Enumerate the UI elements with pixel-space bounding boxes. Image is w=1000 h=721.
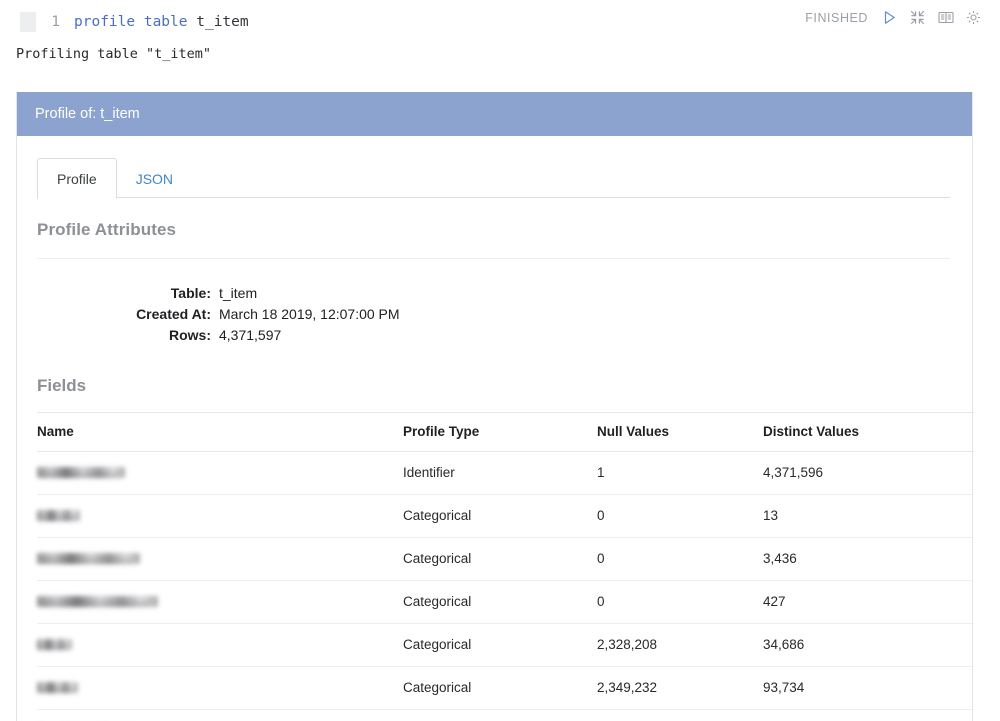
field-distinct-values-cell: 13: [763, 494, 974, 538]
fields-title: Fields: [37, 376, 87, 395]
field-name-cell: [37, 666, 403, 710]
stdout-output: Profiling table "t_item": [16, 46, 212, 62]
profile-page: 1 profile table t_item FINISHED Profilin…: [0, 0, 1000, 721]
redacted-field-name: [37, 595, 158, 607]
table-row: Categorical 0 427: [37, 580, 974, 624]
field-null-values-cell: 2,328,208: [597, 623, 763, 667]
tab-json[interactable]: JSON: [117, 159, 192, 198]
gear-icon[interactable]: [965, 9, 982, 26]
redacted-field-name: [37, 552, 140, 564]
field-null-values-cell: 0: [597, 494, 763, 538]
table-row: Categorical 2,328,208 34,686: [37, 623, 974, 667]
column-header-distinct-values: Distinct Values: [763, 412, 974, 452]
field-null-values-cell: 4,363,190: [597, 709, 763, 721]
field-distinct-values-cell: 93,734: [763, 666, 974, 710]
code-space-1: [135, 12, 144, 32]
profile-attributes-list: Table: t_item Created At: March 18 2019,…: [17, 259, 972, 346]
attribute-label-table: Table:: [170, 285, 211, 301]
collapse-icon[interactable]: [909, 9, 926, 26]
field-distinct-values-cell: 3,436: [763, 537, 974, 581]
play-icon[interactable]: [881, 9, 898, 26]
attribute-value-table: t_item: [219, 285, 258, 301]
field-name-cell: [37, 709, 403, 721]
tab-profile[interactable]: Profile: [37, 158, 117, 199]
cell-toolbar: FINISHED: [805, 9, 982, 26]
notebook-cell-toolbar: 1 profile table t_item FINISHED: [0, 0, 1000, 38]
editor-gutter: [20, 12, 36, 32]
field-profile-type-cell: Categorical: [403, 623, 597, 667]
code-editor-line[interactable]: 1 profile table t_item: [20, 12, 249, 32]
field-null-values-cell: 1: [597, 451, 763, 495]
fields-table-body: Identifier 1 4,371,596 Categorical 0 13 Catego…: [37, 451, 974, 721]
field-name-cell: [37, 494, 403, 538]
code-identifier: t_item: [196, 14, 249, 30]
redacted-field-name: [37, 466, 125, 478]
field-profile-type-cell: Identifier: [403, 451, 597, 495]
profile-card-header: Profile of: t_item: [17, 92, 972, 136]
table-row: Categorical 0 3,436: [37, 537, 974, 581]
table-row: Text4,363,1906,466: [37, 709, 974, 721]
table-row: Categorical 0 13: [37, 494, 974, 538]
field-profile-type-cell: Categorical: [403, 537, 597, 581]
field-profile-type-cell: Text: [403, 709, 597, 721]
field-null-values-cell: 2,349,232: [597, 666, 763, 710]
status-badge: FINISHED: [805, 10, 868, 25]
profile-card: Profile of: t_item Profile JSON Profile …: [16, 92, 974, 721]
redacted-field-name: [37, 509, 80, 521]
attribute-label-rows: Rows:: [169, 327, 211, 343]
field-profile-type-cell: Categorical: [403, 494, 597, 538]
fields-table: Name Profile Type Null Values Distinct V…: [37, 412, 974, 721]
field-distinct-values-cell: 34,686: [763, 623, 974, 667]
field-name-cell: [37, 537, 403, 581]
column-header-name: Name: [37, 412, 403, 452]
field-distinct-values-cell: 6,466: [763, 709, 974, 721]
book-icon[interactable]: [937, 9, 954, 26]
table-row: Categorical 2,349,232 93,734: [37, 666, 974, 710]
field-profile-type-cell: Categorical: [403, 666, 597, 710]
column-header-profile-type: Profile Type: [403, 412, 597, 452]
field-null-values-cell: 0: [597, 537, 763, 581]
field-name-cell: [37, 451, 403, 495]
field-distinct-values-cell: 427: [763, 580, 974, 624]
redacted-field-name: [37, 681, 78, 693]
redacted-field-name: [37, 638, 72, 650]
field-name-cell: [37, 580, 403, 624]
field-name-cell: [37, 623, 403, 667]
code-keyword-profile: profile: [74, 14, 136, 30]
column-header-null-values: Null Values: [597, 412, 763, 452]
table-row: Identifier 1 4,371,596: [37, 451, 974, 495]
fields-table-header-row: Name Profile Type Null Values Distinct V…: [37, 412, 974, 452]
profile-attributes-title: Profile Attributes: [37, 220, 177, 239]
attribute-row-table: Table: t_item: [17, 283, 972, 304]
profile-card-title: Profile of: t_item: [35, 106, 140, 122]
attribute-row-rows: Rows: 4,371,597: [17, 325, 972, 346]
line-number: 1: [51, 14, 60, 30]
field-profile-type-cell: Categorical: [403, 580, 597, 624]
attribute-label-created-at: Created At:: [136, 306, 211, 322]
field-distinct-values-cell: 4,371,596: [763, 451, 974, 495]
attribute-row-created-at: Created At: March 18 2019, 12:07:00 PM: [17, 304, 972, 325]
code-space-2: [188, 12, 197, 32]
profile-tabs: Profile JSON: [17, 154, 972, 199]
field-null-values-cell: 0: [597, 580, 763, 624]
attribute-value-created-at: March 18 2019, 12:07:00 PM: [219, 306, 400, 322]
attribute-value-rows: 4,371,597: [219, 327, 282, 343]
code-keyword-table: table: [143, 14, 188, 30]
